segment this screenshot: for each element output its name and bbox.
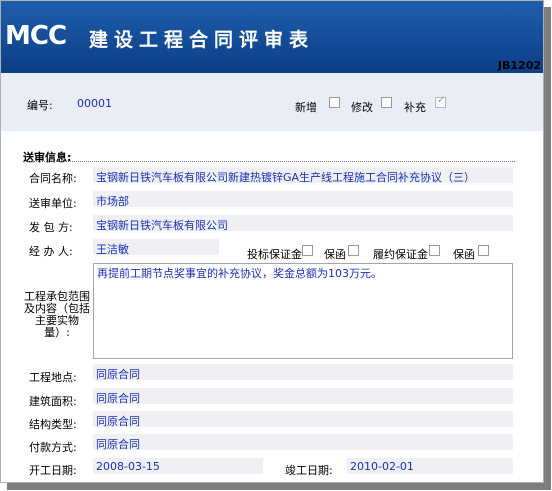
section-divider — [23, 161, 515, 162]
handler-field[interactable]: 王洁敏 — [93, 239, 219, 256]
submit-unit-label: 送审单位: — [29, 197, 77, 210]
area-label: 建筑面积: — [29, 395, 77, 408]
contract-name-field[interactable]: 宝钢新日铁汽车板有限公司新建热镀锌GA生产线工程施工合同补充协议（三） — [93, 167, 513, 184]
bid-bond-checkbox[interactable] — [302, 245, 313, 256]
handler-value: 王洁敏 — [96, 243, 129, 256]
location-value: 同原合同 — [96, 368, 140, 381]
submit-unit-field[interactable]: 市场部 — [93, 191, 513, 208]
scope-label: 工程承包范围及内容（包括主要实物量）: — [24, 290, 90, 339]
end-date-value: 2010-02-01 — [350, 460, 414, 473]
payment-label: 付款方式: — [29, 441, 77, 454]
performance-bond-checkbox[interactable] — [429, 245, 440, 256]
contractor-value: 宝钢新日铁汽车板有限公司 — [96, 219, 228, 232]
end-date-label: 竣工日期: — [285, 464, 333, 477]
section-title: 送审信息: — [23, 151, 72, 164]
payment-value: 同原合同 — [96, 438, 140, 451]
performance-guarantee-checkbox[interactable] — [478, 245, 489, 256]
structure-value: 同原合同 — [96, 415, 140, 428]
form-window: MCC 建设工程合同评审表 JB1202 编号: 00001 新增 修改 补充 … — [0, 0, 544, 483]
structure-label: 结构类型: — [29, 418, 77, 431]
mcc-logo: MCC — [5, 21, 67, 51]
checkbox-supplement[interactable] — [435, 95, 446, 108]
performance-guarantee-label: 保函 — [453, 248, 475, 261]
checkbox-new[interactable] — [329, 97, 340, 108]
payment-field[interactable]: 同原合同 — [93, 434, 513, 451]
start-date-field[interactable]: 2008-03-15 — [93, 458, 263, 474]
start-date-value: 2008-03-15 — [96, 460, 160, 473]
start-date-label: 开工日期: — [29, 464, 77, 477]
form-code: JB1202 — [497, 59, 541, 72]
area-value: 同原合同 — [96, 392, 140, 405]
location-field[interactable]: 同原合同 — [93, 364, 513, 381]
contractor-label: 发 包 方: — [29, 221, 73, 234]
bid-bond-label: 投标保证金 — [247, 248, 302, 261]
checkbox-modify-label: 修改 — [351, 101, 373, 114]
bid-guarantee-label: 保函 — [324, 248, 346, 261]
structure-field[interactable]: 同原合同 — [93, 411, 513, 428]
submit-unit-value: 市场部 — [96, 195, 129, 208]
scope-textarea[interactable]: 再提前工期节点奖事宜的补充协议，奖金总额为103万元。 — [93, 263, 513, 359]
form-meta-bar: 编号: 00001 新增 修改 补充 — [1, 73, 543, 131]
location-label: 工程地点: — [29, 371, 77, 384]
checkbox-modify[interactable] — [381, 97, 392, 108]
checkbox-supplement-label: 补充 — [404, 101, 426, 114]
contract-name-label: 合同名称: — [29, 172, 77, 185]
performance-bond-label: 履约保证金 — [373, 248, 428, 261]
checkbox-new-label: 新增 — [295, 101, 317, 114]
area-field[interactable]: 同原合同 — [93, 388, 513, 405]
bid-guarantee-checkbox[interactable] — [348, 245, 359, 256]
number-label: 编号: — [27, 99, 53, 112]
number-value: 00001 — [77, 97, 112, 110]
contractor-field[interactable]: 宝钢新日铁汽车板有限公司 — [93, 215, 513, 232]
handler-label: 经 办 人: — [29, 245, 73, 258]
contract-name-value: 宝钢新日铁汽车板有限公司新建热镀锌GA生产线工程施工合同补充协议（三） — [96, 171, 476, 184]
end-date-field[interactable]: 2010-02-01 — [347, 458, 513, 474]
header-banner: MCC 建设工程合同评审表 JB1202 — [1, 1, 543, 73]
page-title: 建设工程合同评审表 — [89, 29, 315, 51]
